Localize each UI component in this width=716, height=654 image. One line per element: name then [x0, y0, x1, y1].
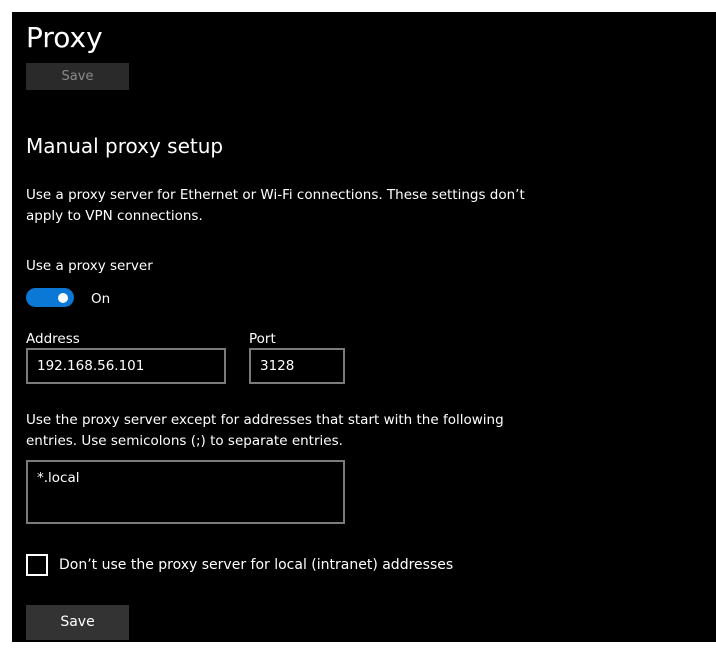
address-label: Address	[26, 331, 80, 347]
toggle-state-label: On	[91, 291, 111, 307]
section-description: Use a proxy server for Ethernet or Wi-Fi…	[26, 187, 525, 224]
save-button-top[interactable]: Save	[26, 63, 129, 90]
page-title: Proxy	[26, 21, 103, 54]
proxy-settings-panel: Proxy Save Manual proxy setup Use a prox…	[12, 12, 716, 642]
use-proxy-label: Use a proxy server	[26, 258, 153, 274]
exceptions-textarea[interactable]: *.local	[26, 460, 345, 524]
address-input[interactable]: 192.168.56.101	[26, 348, 226, 384]
save-button[interactable]: Save	[26, 605, 129, 640]
local-addresses-checkbox-label[interactable]: Don’t use the proxy server for local (in…	[59, 555, 453, 575]
exceptions-description: Use the proxy server except for addresse…	[26, 412, 504, 449]
local-addresses-checkbox[interactable]	[26, 554, 48, 576]
section-title: Manual proxy setup	[26, 134, 224, 158]
port-input[interactable]: 3128	[249, 348, 345, 384]
port-label: Port	[249, 331, 276, 347]
use-proxy-toggle[interactable]	[26, 288, 74, 307]
toggle-knob	[58, 292, 68, 303]
